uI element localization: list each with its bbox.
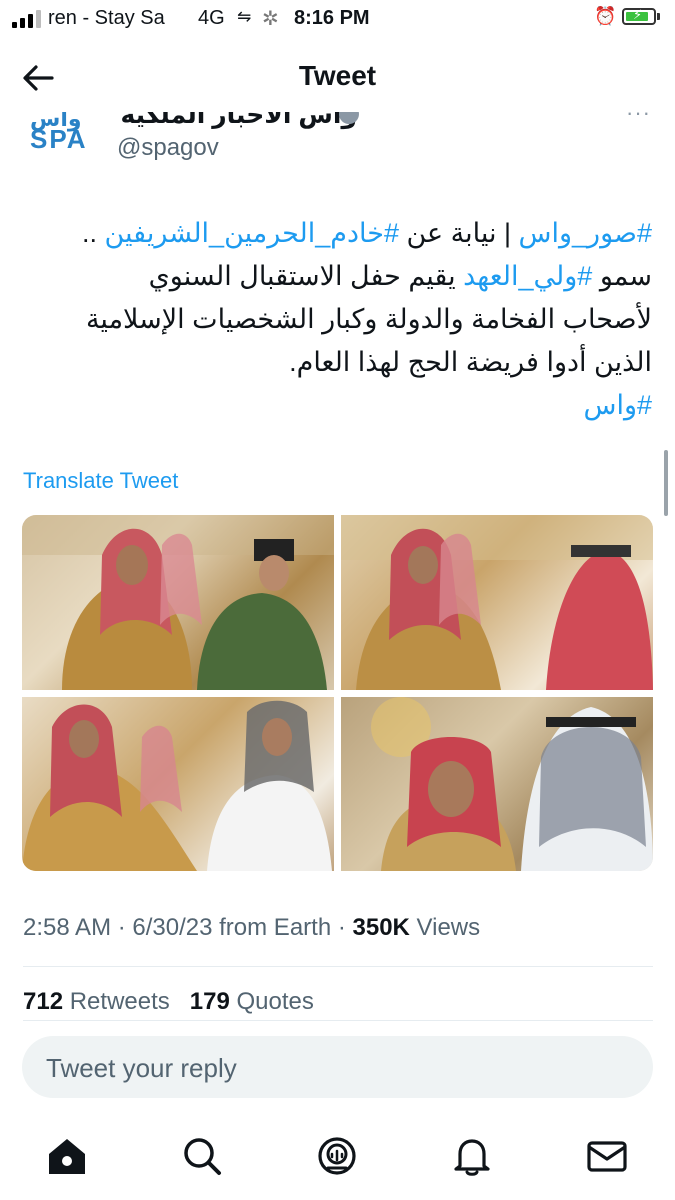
loading-spinner-icon: ✲ [262, 8, 279, 30]
tweet-source: from Earth [219, 914, 332, 941]
signal-strength-icon [12, 10, 41, 28]
tweet-photo[interactable] [341, 515, 653, 690]
tweet-stats: 712 Retweets 179 Quotes [23, 988, 314, 1016]
tweet-text-span: .. [81, 218, 105, 248]
hashtag-link[interactable]: #صور_واس [519, 218, 652, 248]
battery-tip [657, 13, 660, 20]
page-title: Tweet [298, 60, 377, 91]
tweet-meta: 2:58 AM · 6/30/23 from Earth · 350K View… [23, 914, 481, 941]
status-bar: ren - Stay Sa 4G ⇋ ✲ 8:16 PM ⏰ ⚡ [0, 0, 675, 36]
tweet-time: 2:58 AM [23, 914, 112, 941]
status-time: 8:16 PM [294, 7, 370, 29]
scrollbar[interactable] [664, 450, 668, 516]
tweet-line-3: لأصحاب الفخامة والدولة وكبار الشخصيات ال… [85, 304, 652, 334]
network-type: 4G [198, 7, 225, 29]
author-avatar[interactable]: واس SPA [30, 108, 92, 154]
media-grid [22, 515, 653, 871]
alarm-icon: ⏰ [594, 6, 617, 26]
tweet-line-1: #صور_واس | نيابة عن #خادم_الحرمين_الشريف… [32, 212, 652, 255]
retweets-count: 712 [23, 988, 64, 1015]
reply-input[interactable] [44, 1036, 628, 1100]
retweets-label: Retweets [69, 988, 170, 1015]
messages-icon[interactable] [585, 1134, 629, 1178]
tweet-header: Tweet [0, 42, 675, 112]
quotes-label: Quotes [236, 988, 314, 1015]
tweet-photo[interactable] [22, 515, 334, 690]
divider [23, 966, 653, 967]
link-icon: ⇋ [237, 7, 252, 26]
tweet-photo[interactable] [22, 697, 334, 871]
tweet-line-4: الذين أدوا فريضة الحج لهذا العام. [289, 347, 652, 377]
divider [23, 1020, 653, 1021]
tweet-date[interactable]: 6/30/23 [132, 914, 212, 941]
tweet-text-span: | نيابة عن [398, 218, 519, 248]
tweet-text-span: سمو [592, 261, 652, 291]
battery-icon: ⚡ [622, 7, 656, 25]
hashtag-link[interactable]: #واس [32, 384, 652, 427]
retweets-stat[interactable]: 712 Retweets [23, 988, 170, 1015]
quotes-count: 179 [189, 988, 230, 1015]
hashtag-link[interactable]: #ولي_العهد [463, 261, 592, 291]
reply-box[interactable] [22, 1036, 653, 1100]
tweet-text: #صور_واس | نيابة عن #خادم_الحرمين_الشريف… [32, 212, 652, 427]
carrier-name: ren - Stay Sa [48, 7, 165, 29]
views-count: 350K [352, 914, 410, 941]
quotes-stat[interactable]: 179 Quotes [190, 988, 314, 1015]
search-icon[interactable] [180, 1134, 224, 1178]
notifications-icon[interactable] [450, 1134, 494, 1178]
avatar-logo-latin: SPA [30, 124, 88, 154]
translate-tweet-link[interactable]: Translate Tweet [23, 468, 178, 494]
tweet-line-2: سمو #ولي_العهد يقيم حفل الاستقبال السنوي [32, 255, 652, 298]
spaces-icon[interactable] [315, 1134, 359, 1178]
author-handle[interactable]: @spagov [117, 134, 219, 162]
bottom-tab-bar [0, 1110, 675, 1200]
tweet-text-span: يقيم حفل الاستقبال السنوي [148, 261, 464, 291]
home-icon[interactable] [45, 1134, 89, 1178]
tweet-photo[interactable] [341, 697, 653, 871]
views-label: Views [416, 914, 481, 941]
hashtag-link[interactable]: #خادم_الحرمين_الشريفين [104, 218, 399, 248]
